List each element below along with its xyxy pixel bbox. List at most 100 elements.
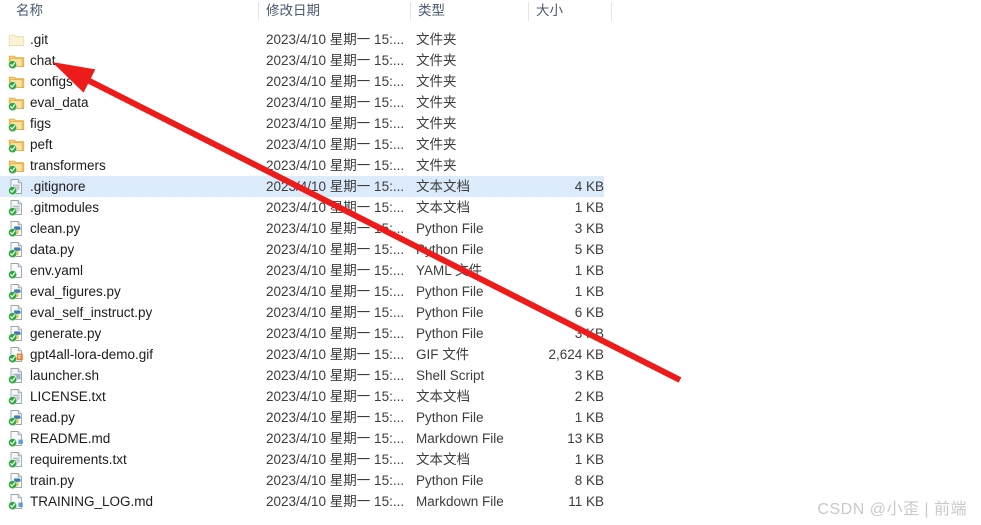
file-date-cell: 2023/4/10 星期一 15:... — [266, 347, 405, 362]
file-date-cell: 2023/4/10 星期一 15:... — [266, 389, 405, 404]
file-name-cell: figs — [30, 116, 52, 131]
python-file-icon — [8, 472, 25, 489]
file-size-cell: 3 KB — [574, 368, 604, 383]
file-date-cell: 2023/4/10 星期一 15:... — [266, 158, 405, 173]
file-row[interactable]: README.md 2023/4/10 星期一 15:... Markdown Fi… — [0, 428, 604, 449]
file-size-cell — [528, 71, 604, 92]
file-row[interactable]: .gitmodules 2023/4/10 星期一 15:... 文本文档 1 KB — [0, 197, 604, 218]
file-row[interactable]: transformers 2023/4/10 星期一 15:... 文件夹 — [0, 155, 604, 176]
file-type-cell: 文本文档 — [416, 200, 470, 215]
column-header-type[interactable]: 类型 — [410, 0, 528, 22]
file-type-cell: 文件夹 — [416, 137, 457, 152]
file-date-cell: 2023/4/10 星期一 15:... — [266, 284, 405, 299]
file-name-cell: eval_figures.py — [30, 284, 121, 299]
folder-synced-icon — [8, 73, 25, 90]
file-type-cell: Python File — [416, 221, 484, 236]
file-name-cell: eval_data — [30, 95, 89, 110]
file-size-cell: 1 KB — [574, 452, 604, 467]
file-name-cell: README.md — [30, 431, 111, 446]
file-row[interactable]: clean.py 2023/4/10 星期一 15:... Python File 3… — [0, 218, 604, 239]
column-header-size[interactable]: 大小 — [528, 0, 612, 22]
file-type-cell: Python File — [416, 305, 484, 320]
file-row[interactable]: Fgpt4all-lora-demo.gif 2023/4/10 星期一 15:.… — [0, 344, 604, 365]
folder-synced-icon — [8, 115, 25, 132]
file-size-cell: 3 KB — [574, 326, 604, 341]
file-size-cell — [528, 113, 604, 134]
gif-file-icon: F — [8, 346, 25, 363]
file-row[interactable]: configs 2023/4/10 星期一 15:... 文件夹 — [0, 71, 604, 92]
file-list: .git 2023/4/10 星期一 15:... 文件夹 chat 2023/4/10… — [0, 29, 612, 512]
folder-plain-icon — [8, 31, 25, 48]
file-row[interactable]: read.py 2023/4/10 星期一 15:... Python File 1 … — [0, 407, 604, 428]
file-name-cell: requirements.txt — [30, 452, 127, 467]
generic-file-icon — [8, 262, 25, 279]
file-row[interactable]: LICENSE.txt 2023/4/10 星期一 15:... 文本文档 2 KB — [0, 386, 604, 407]
file-size-cell: 3 KB — [574, 221, 604, 236]
file-name-cell: generate.py — [30, 326, 102, 341]
file-date-cell: 2023/4/10 星期一 15:... — [266, 116, 405, 131]
file-row[interactable]: eval_self_instruct.py 2023/4/10 星期一 15:..… — [0, 302, 604, 323]
file-type-cell: Python File — [416, 284, 484, 299]
file-type-cell: 文本文档 — [416, 452, 470, 467]
file-row[interactable]: launcher.sh 2023/4/10 星期一 15:... Shell Scr… — [0, 365, 604, 386]
python-file-icon — [8, 283, 25, 300]
file-date-cell: 2023/4/10 星期一 15:... — [266, 137, 405, 152]
file-row[interactable]: .gitignore 2023/4/10 星期一 15:... 文本文档 4 KB — [0, 176, 604, 197]
file-type-cell: Python File — [416, 473, 484, 488]
file-date-cell: 2023/4/10 星期一 15:... — [266, 53, 405, 68]
file-row[interactable]: TRAINING_LOG.md 2023/4/10 星期一 15:... Markd… — [0, 491, 604, 512]
file-name-cell: gpt4all-lora-demo.gif — [30, 347, 154, 362]
file-row[interactable]: eval_figures.py 2023/4/10 星期一 15:... Pytho… — [0, 281, 604, 302]
file-type-cell: 文件夹 — [416, 74, 457, 89]
file-name-cell: env.yaml — [30, 263, 84, 278]
folder-synced-icon — [8, 52, 25, 69]
file-date-cell: 2023/4/10 星期一 15:... — [266, 368, 405, 383]
python-file-icon — [8, 325, 25, 342]
file-row[interactable]: figs 2023/4/10 星期一 15:... 文件夹 — [0, 113, 604, 134]
file-type-cell: Python File — [416, 326, 484, 341]
python-file-icon — [8, 220, 25, 237]
file-row[interactable]: eval_data 2023/4/10 星期一 15:... 文件夹 — [0, 92, 604, 113]
file-name-cell: .gitmodules — [30, 200, 100, 215]
file-date-cell: 2023/4/10 星期一 15:... — [266, 95, 405, 110]
file-size-cell: 1 KB — [574, 284, 604, 299]
file-date-cell: 2023/4/10 星期一 15:... — [266, 200, 405, 215]
file-row[interactable]: env.yaml 2023/4/10 星期一 15:... YAML 文件 1 KB — [0, 260, 604, 281]
file-date-cell: 2023/4/10 星期一 15:... — [266, 494, 405, 509]
file-size-cell: 1 KB — [574, 410, 604, 425]
file-type-cell: 文件夹 — [416, 53, 457, 68]
file-size-cell: 2,624 KB — [548, 347, 604, 362]
file-name-cell: TRAINING_LOG.md — [30, 494, 154, 509]
file-row[interactable]: generate.py 2023/4/10 星期一 15:... Python Fi… — [0, 323, 604, 344]
markdown-file-icon — [8, 493, 25, 510]
file-size-cell — [528, 50, 604, 71]
file-row[interactable]: train.py 2023/4/10 星期一 15:... Python File 8… — [0, 470, 604, 491]
folder-synced-icon — [8, 157, 25, 174]
file-name-cell: chat — [30, 53, 56, 68]
file-name-cell: clean.py — [30, 221, 81, 236]
file-row[interactable]: .git 2023/4/10 星期一 15:... 文件夹 — [0, 29, 604, 50]
file-row[interactable]: data.py 2023/4/10 星期一 15:... Python File 5 … — [0, 239, 604, 260]
svg-text:F: F — [18, 355, 22, 361]
column-header-end-divider — [611, 2, 612, 21]
folder-synced-icon — [8, 94, 25, 111]
file-type-cell: 文本文档 — [416, 389, 470, 404]
file-date-cell: 2023/4/10 星期一 15:... — [266, 473, 405, 488]
python-file-icon — [8, 304, 25, 321]
file-type-cell: GIF 文件 — [416, 347, 470, 362]
column-header-name[interactable]: 名称 — [8, 0, 43, 22]
file-type-cell: 文本文档 — [416, 179, 470, 194]
file-row[interactable]: requirements.txt 2023/4/10 星期一 15:... 文本文档… — [0, 449, 604, 470]
file-type-cell: 文件夹 — [416, 95, 457, 110]
file-date-cell: 2023/4/10 星期一 15:... — [266, 179, 405, 194]
file-date-cell: 2023/4/10 星期一 15:... — [266, 452, 405, 467]
file-row[interactable]: chat 2023/4/10 星期一 15:... 文件夹 — [0, 50, 604, 71]
file-size-cell — [528, 155, 604, 176]
file-type-cell: Python File — [416, 242, 484, 257]
text-file-icon — [8, 178, 25, 195]
column-header-date[interactable]: 修改日期 — [258, 0, 410, 22]
file-name-cell: LICENSE.txt — [30, 389, 106, 404]
shell-script-icon — [8, 367, 25, 384]
file-row[interactable]: peft 2023/4/10 星期一 15:... 文件夹 — [0, 134, 604, 155]
file-name-cell: peft — [30, 137, 53, 152]
